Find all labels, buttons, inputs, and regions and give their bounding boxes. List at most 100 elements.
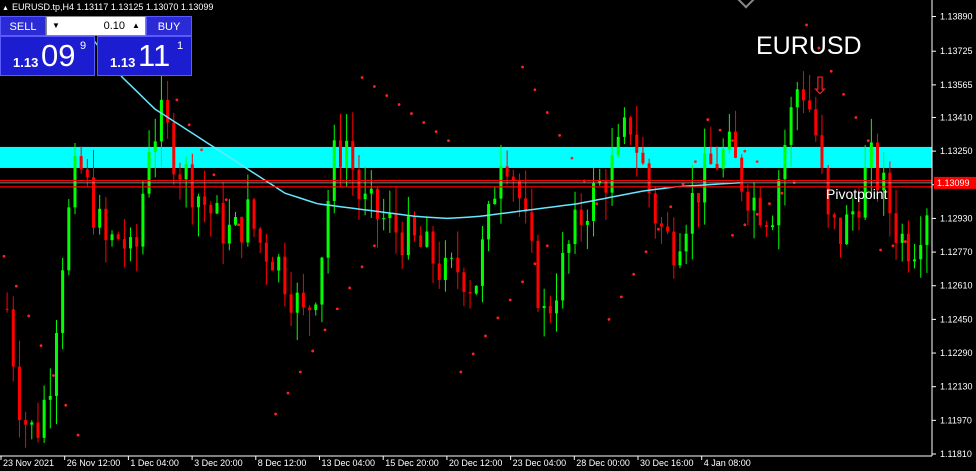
candle — [555, 273, 559, 332]
candle-body — [888, 172, 892, 214]
candle-body — [820, 135, 824, 169]
lot-increase-icon[interactable]: ▲ — [129, 17, 143, 35]
candle-body — [758, 197, 762, 226]
candle — [487, 200, 491, 252]
candle-body — [721, 149, 725, 169]
candle — [777, 170, 781, 250]
price-tick-label: 1.12450 — [940, 314, 973, 324]
candle — [17, 340, 21, 438]
candle — [98, 194, 102, 235]
candle-body — [925, 215, 929, 246]
candle-body — [172, 122, 176, 175]
price-axis: 1.13890 1.13725 1.13565 1.13410 1.13250 1.130… — [931, 0, 976, 459]
candle — [851, 198, 855, 231]
candle — [697, 192, 700, 228]
candle — [530, 188, 534, 253]
candle-body — [363, 193, 367, 200]
candle-body — [697, 192, 700, 203]
candle — [166, 81, 170, 139]
candle-body — [406, 216, 410, 256]
price-tick-label: 1.13410 — [940, 112, 973, 122]
candle — [332, 124, 336, 214]
candle — [653, 186, 657, 239]
candle-body — [295, 292, 299, 313]
candle — [456, 231, 460, 290]
candle-body — [536, 240, 540, 309]
sar-dot — [768, 202, 771, 206]
sar-dot — [521, 65, 524, 69]
sar-dot — [866, 139, 870, 143]
candle — [289, 272, 293, 326]
candle-body — [351, 140, 355, 170]
candle — [67, 199, 71, 276]
sar-dot — [755, 160, 759, 164]
sar-dot — [274, 412, 278, 416]
candle-body — [85, 169, 89, 178]
collapse-triangle-icon[interactable]: ▲ — [2, 5, 9, 12]
symbol-annotation: EURUSD — [756, 32, 862, 60]
sell-price-button[interactable]: 1.13 09 9 — [0, 36, 95, 76]
candle-body — [271, 261, 275, 271]
sar-dot — [373, 85, 376, 88]
sar-dot — [237, 223, 240, 227]
candle — [820, 114, 824, 174]
candle — [480, 225, 484, 303]
price-tick-label: 1.12290 — [940, 348, 973, 358]
sar-dot — [397, 103, 401, 106]
candle — [400, 221, 404, 269]
buy-button[interactable]: BUY — [146, 16, 192, 36]
sar-dot — [743, 223, 747, 227]
candle — [221, 182, 225, 265]
candle — [36, 402, 40, 443]
candlestick-series — [5, 71, 929, 448]
sar-dot — [607, 317, 611, 321]
candle — [764, 220, 768, 237]
candle — [709, 126, 713, 165]
candle — [54, 319, 58, 425]
candle — [666, 212, 670, 235]
candle — [900, 223, 904, 262]
candle-body — [869, 142, 873, 168]
candle-body — [777, 179, 781, 226]
time-tick-label: 26 Nov 12:00 — [67, 458, 121, 468]
candle-body — [746, 191, 750, 211]
candle — [382, 198, 386, 231]
pivot-lines-layer — [0, 179, 932, 188]
sar-dot — [39, 344, 43, 348]
lot-decrease-icon[interactable]: ▼ — [49, 17, 63, 35]
sar-dot — [743, 149, 747, 153]
candle-body — [771, 225, 775, 228]
candle-body — [17, 366, 21, 421]
candle-body — [585, 220, 589, 225]
candle — [610, 127, 614, 206]
candle-body — [234, 216, 237, 225]
buy-price-button[interactable]: 1.13 11 1 — [97, 36, 192, 76]
candle-body — [727, 131, 731, 150]
candle — [752, 182, 756, 239]
candle-body — [42, 399, 46, 438]
candle — [579, 193, 583, 242]
candle-body — [252, 199, 256, 229]
parabolic-sar-layer — [2, 23, 907, 437]
candle-body — [548, 306, 552, 314]
sell-button[interactable]: SELL — [0, 16, 46, 36]
candle-body — [11, 309, 15, 367]
sar-dot — [447, 139, 450, 143]
candle-body — [332, 140, 336, 201]
candle — [536, 234, 540, 312]
lot-size-value[interactable]: 0.10 — [104, 20, 125, 32]
candle — [141, 180, 145, 255]
candle-body — [141, 193, 145, 247]
candle-body — [789, 107, 793, 145]
candle — [246, 174, 250, 247]
candle-body — [104, 208, 108, 241]
candle — [11, 296, 15, 382]
candle — [888, 161, 892, 237]
candle-body — [221, 202, 225, 244]
sar-dot — [212, 173, 216, 177]
candle-body — [480, 239, 484, 286]
lot-size-field[interactable]: ▼ 0.10 ▲ — [46, 16, 146, 36]
candle-body — [734, 131, 738, 158]
candle — [585, 209, 589, 250]
candle — [234, 212, 237, 226]
